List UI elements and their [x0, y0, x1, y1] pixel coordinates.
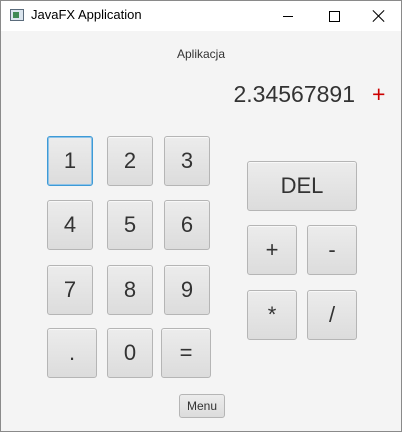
close-button[interactable] [356, 1, 402, 31]
key-0[interactable]: 0 [107, 328, 153, 378]
key-5[interactable]: 5 [107, 200, 153, 250]
maximize-button[interactable] [311, 1, 357, 31]
key-decimal[interactable]: . [47, 328, 97, 378]
key-equals[interactable]: = [161, 328, 211, 378]
app-window: JavaFX Application Aplikacja 2.34567891 … [0, 0, 402, 432]
delete-button[interactable]: DEL [247, 161, 357, 211]
operator-indicator: + [372, 81, 386, 107]
key-2[interactable]: 2 [107, 136, 153, 186]
key-3[interactable]: 3 [164, 136, 210, 186]
minus-button[interactable]: - [307, 225, 357, 275]
menu-button[interactable]: Menu [179, 394, 225, 418]
minimize-button[interactable] [265, 1, 311, 31]
minimize-icon [283, 15, 293, 17]
key-6[interactable]: 6 [164, 200, 210, 250]
key-4[interactable]: 4 [47, 200, 93, 250]
window-title: JavaFX Application [31, 7, 142, 22]
key-8[interactable]: 8 [107, 265, 153, 315]
key-9[interactable]: 9 [164, 265, 210, 315]
title-bar: JavaFX Application [1, 1, 401, 31]
divide-button[interactable]: / [307, 290, 357, 340]
app-heading: Aplikacja [176, 47, 226, 61]
app-icon [10, 9, 24, 21]
plus-button[interactable]: + [247, 225, 297, 275]
key-7[interactable]: 7 [47, 265, 93, 315]
maximize-icon [328, 10, 340, 22]
key-1[interactable]: 1 [47, 136, 93, 186]
multiply-button[interactable]: * [247, 290, 297, 340]
display-value: 2.34567891 [233, 81, 355, 107]
close-icon [373, 10, 385, 22]
